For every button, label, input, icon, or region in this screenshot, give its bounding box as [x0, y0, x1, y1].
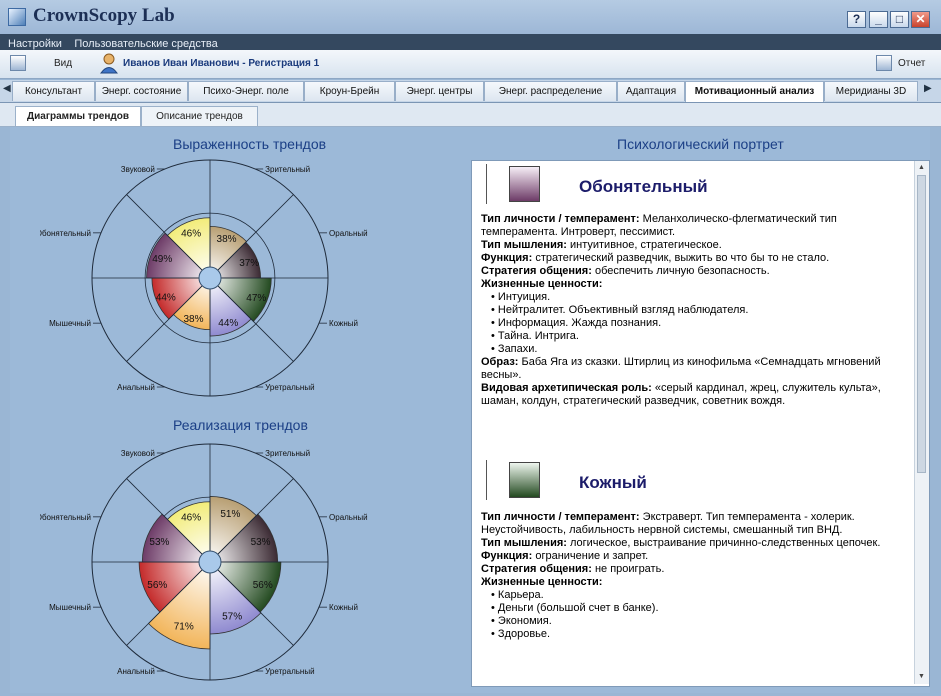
report-button[interactable]: Отчет [898, 58, 925, 69]
tab-energy-centers[interactable]: Энерг. центры [395, 81, 484, 101]
ruler-icon [486, 460, 493, 500]
sub-tabs: Диаграммы трендов Описание трендов [0, 103, 941, 127]
data-label-sound: 46% [181, 228, 201, 239]
list-item: Запахи. [491, 343, 895, 356]
app-window: CrownScopy Lab ? _ □ ✕ Настройки Пользов… [0, 0, 941, 696]
view-button[interactable]: Вид [54, 58, 72, 69]
tab-adaptation[interactable]: Адаптация [617, 81, 685, 101]
data-label-olfactory: 53% [149, 537, 169, 548]
list-item: Деньги (большой счет в банке). [491, 602, 895, 615]
data-label-anal: 71% [174, 621, 194, 632]
user-icon [100, 53, 118, 74]
data-label-urethral: 44% [218, 318, 238, 329]
tab-energy-distribution[interactable]: Энерг. распределение [484, 81, 617, 101]
tab-energy-state[interactable]: Энерг. состояние [95, 81, 188, 101]
data-label-vision: 51% [220, 509, 240, 520]
tab-motivational-analysis[interactable]: Мотивационный анализ [685, 81, 824, 102]
category-label-olfactory: Обонятельный [40, 513, 91, 522]
tab-consultant[interactable]: Консультант [12, 81, 95, 101]
category-label-skin: Кожный [329, 319, 358, 328]
subtab-trend-description[interactable]: Описание трендов [141, 106, 258, 126]
report-icon[interactable] [876, 55, 892, 71]
tabs-scroll-left-icon[interactable]: ◀ [3, 83, 11, 94]
chart2-title: Реализация трендов [173, 417, 308, 433]
center-hub [198, 550, 222, 574]
list-item: Здоровье. [491, 628, 895, 641]
category-label-olfactory: Обонятельный [40, 229, 91, 238]
type1-name: Обонятельный [579, 177, 708, 196]
main-tabs: ◀ Консультант Энерг. состояние Психо-Эне… [0, 80, 941, 103]
data-label-oral: 37% [239, 258, 259, 269]
menu-bar: Настройки Пользовательские средства [0, 34, 941, 50]
category-label-vision: Зрительный [265, 449, 310, 458]
scroll-thumb[interactable] [917, 175, 926, 473]
category-label-anal: Анальный [117, 667, 155, 676]
scroll-down-icon[interactable]: ▼ [918, 673, 925, 680]
category-label-muscle: Мышечный [49, 319, 91, 328]
category-label-oral: Оральный [329, 229, 368, 238]
data-label-anal: 38% [183, 314, 203, 325]
view-icon[interactable] [10, 55, 26, 71]
type2-values-list: Карьера. Деньги (большой счет в банке). … [481, 589, 895, 641]
type2-name: Кожный [579, 473, 647, 492]
category-label-sound: Звуковой [121, 449, 155, 458]
data-label-skin: 56% [253, 580, 273, 591]
tab-meridians-3d[interactable]: Меридианы 3D [824, 81, 918, 101]
category-label-oral: Оральный [329, 513, 368, 522]
tab-psycho-energy-field[interactable]: Психо-Энерг. поле [188, 81, 304, 101]
category-label-urethral: Уретральный [265, 383, 314, 392]
type1-description: Тип личности / темперамент: Меланхоличес… [481, 213, 895, 408]
portrait-panel: Обонятельный Тип личности / темперамент:… [471, 160, 930, 687]
type-color-swatch [509, 166, 540, 202]
type2-description: Тип личности / темперамент: Экстраверт. … [481, 511, 895, 641]
ruler-icon [486, 164, 493, 204]
tabs-scroll-right-icon[interactable]: ▶ [924, 83, 932, 94]
maximize-button[interactable]: □ [890, 11, 909, 28]
data-label-sound: 46% [181, 512, 201, 523]
category-label-urethral: Уретральный [265, 667, 314, 676]
list-item: Карьера. [491, 589, 895, 602]
type1-values-list: Интуиция. Нейтралитет. Объективный взгля… [481, 291, 895, 356]
list-item: Нейтралитет. Объективный взгляд наблюдат… [491, 304, 895, 317]
category-label-anal: Анальный [117, 383, 155, 392]
data-label-vision: 38% [217, 234, 237, 245]
category-label-skin: Кожный [329, 603, 358, 612]
data-label-skin: 47% [246, 293, 266, 304]
data-label-oral: 53% [251, 537, 271, 548]
help-button[interactable]: ? [847, 11, 866, 28]
app-title: CrownScopy Lab [33, 5, 175, 26]
tab-crown-brain[interactable]: Кроун-Брейн [304, 81, 395, 101]
list-item: Экономия. [491, 615, 895, 628]
scroll-up-icon[interactable]: ▲ [918, 164, 925, 171]
title-bar: CrownScopy Lab ? _ □ ✕ [0, 0, 941, 35]
current-user: Иванов Иван Иванович - Регистрация 1 [123, 58, 320, 69]
list-item: Интуиция. [491, 291, 895, 304]
category-label-muscle: Мышечный [49, 603, 91, 612]
portrait-title: Психологический портрет [617, 136, 784, 152]
chart-expression: 38% 37% 47% 44% 38% 44% 49% 46% Зрительный Оральн… [40, 159, 368, 397]
portrait-scrollbar[interactable]: ▲ ▼ [914, 161, 929, 684]
data-label-olfactory: 49% [152, 254, 172, 265]
type-color-swatch [509, 462, 540, 498]
minimize-button[interactable]: _ [869, 11, 888, 28]
subtab-trend-diagrams[interactable]: Диаграммы трендов [15, 106, 141, 126]
chart-realization: 51% 53% 56% 57% 71% 56% 53% 46% Зрительный Оральн… [40, 443, 368, 681]
toolbar: Вид Иванов Иван Иванович - Регистрация 1… [0, 50, 941, 79]
data-label-urethral: 57% [222, 611, 242, 622]
category-label-vision: Зрительный [265, 165, 310, 174]
list-item: Тайна. Интрига. [491, 330, 895, 343]
center-hub [198, 266, 222, 290]
category-label-sound: Звуковой [121, 165, 155, 174]
close-button[interactable]: ✕ [911, 11, 930, 28]
app-logo-icon [8, 8, 26, 26]
data-label-muscle: 56% [147, 580, 167, 591]
list-item: Информация. Жажда познания. [491, 317, 895, 330]
data-label-muscle: 44% [156, 292, 176, 303]
